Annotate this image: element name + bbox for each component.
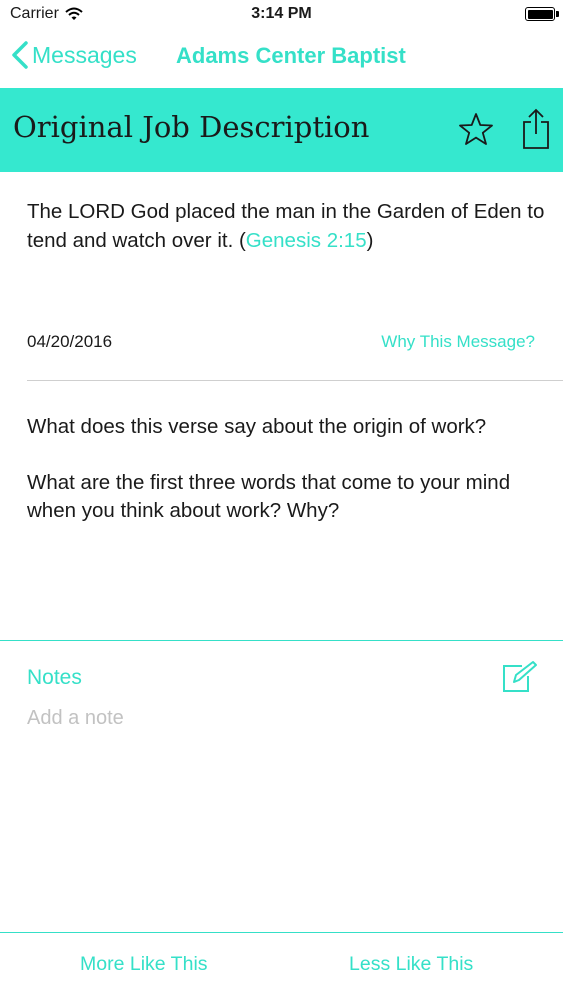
discussion-question: What does this verse say about the origi…: [27, 415, 487, 438]
message-title: Original Job Description: [13, 110, 370, 144]
back-button-label: Messages: [32, 41, 137, 68]
more-like-this-button[interactable]: More Like This: [80, 953, 208, 976]
verse-reference-link[interactable]: Genesis 2:15: [246, 229, 367, 252]
discussion-question: What are the first three words that come…: [27, 471, 511, 522]
section-divider: [27, 380, 563, 381]
star-icon[interactable]: [458, 112, 494, 148]
status-time: 3:14 PM: [251, 5, 312, 22]
message-title-banner: Original Job Description: [0, 88, 563, 172]
chevron-left-icon: [12, 41, 28, 69]
share-icon[interactable]: [522, 108, 550, 150]
why-this-message-link[interactable]: Why This Message?: [381, 332, 535, 352]
navigation-bar: Messages Adams Center Baptist: [0, 30, 563, 88]
edit-note-icon[interactable]: [500, 660, 538, 694]
battery-icon: [525, 7, 559, 21]
footer-divider: [0, 932, 563, 933]
back-button[interactable]: Messages: [10, 40, 137, 70]
message-date: 04/20/2016: [27, 332, 113, 351]
notes-label: Notes: [27, 666, 82, 689]
status-bar: Carrier 3:14 PM: [0, 0, 563, 30]
less-like-this-button[interactable]: Less Like This: [349, 953, 473, 976]
nav-title: Adams Center Baptist: [176, 43, 406, 68]
verse-text: The LORD God placed the man in the Garde…: [27, 197, 547, 255]
battery-fill: [527, 9, 553, 19]
verse-close: ): [366, 229, 374, 252]
note-input[interactable]: [24, 702, 530, 734]
notes-top-divider: [0, 640, 563, 641]
